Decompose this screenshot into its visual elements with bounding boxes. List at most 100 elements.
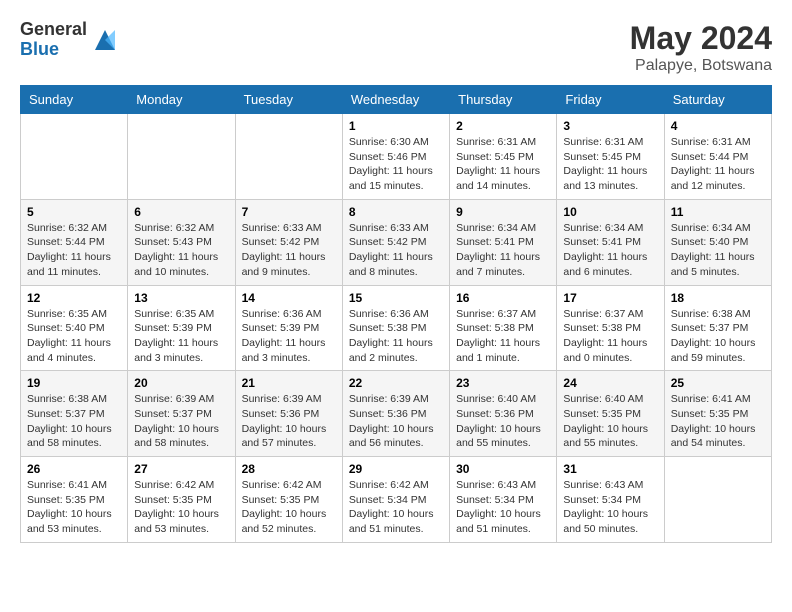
- day-number: 5: [27, 205, 121, 219]
- day-info: Sunrise: 6:39 AM Sunset: 5:36 PM Dayligh…: [349, 392, 443, 451]
- calendar-day-cell: 28Sunrise: 6:42 AM Sunset: 5:35 PM Dayli…: [235, 457, 342, 543]
- day-number: 1: [349, 119, 443, 133]
- calendar-day-cell: 26 Sunrise: 6:41 AM Sunset: 5:35 PM Dayli…: [21, 457, 128, 543]
- title-section: May 2024 Palapye, Botswana: [630, 20, 772, 75]
- day-number: 8: [349, 205, 443, 219]
- day-number: 27: [134, 462, 228, 476]
- day-number: 14: [242, 291, 336, 305]
- day-number: 21: [242, 376, 336, 390]
- calendar-day-cell: 9Sunrise: 6:34 AM Sunset: 5:41 PM Daylig…: [450, 199, 557, 285]
- day-number: 20: [134, 376, 228, 390]
- calendar-day-cell: 22 Sunrise: 6:39 AM Sunset: 5:36 PM Dayli…: [342, 371, 449, 457]
- calendar-week-row: 19Sunrise: 6:38 AM Sunset: 5:37 PM Dayli…: [21, 371, 772, 457]
- calendar-day-cell: 21 Sunrise: 6:39 AM Sunset: 5:36 PM Dayli…: [235, 371, 342, 457]
- day-number: 28: [242, 462, 336, 476]
- calendar-weekday-header: Thursday: [450, 86, 557, 114]
- day-number: 26: [27, 462, 121, 476]
- calendar-day-cell: 30 Sunrise: 6:43 AM Sunset: 5:34 PM Dayli…: [450, 457, 557, 543]
- calendar-weekday-header: Tuesday: [235, 86, 342, 114]
- day-number: 16: [456, 291, 550, 305]
- calendar-day-cell: 14 Sunrise: 6:36 AM Sunset: 5:39 PM Dayli…: [235, 285, 342, 371]
- day-number: 11: [671, 205, 765, 219]
- calendar-week-row: 1 Sunrise: 6:30 AM Sunset: 5:46 PM Daylig…: [21, 114, 772, 200]
- calendar-day-cell: 3 Sunrise: 6:31 AM Sunset: 5:45 PM Daylig…: [557, 114, 664, 200]
- calendar-header-row: SundayMondayTuesdayWednesdayThursdayFrid…: [21, 86, 772, 114]
- day-number: 6: [134, 205, 228, 219]
- calendar-day-cell: 13Sunrise: 6:35 AM Sunset: 5:39 PM Dayli…: [128, 285, 235, 371]
- day-info: Sunrise: 6:38 AM Sunset: 5:37 PM Dayligh…: [671, 307, 765, 366]
- day-number: 30: [456, 462, 550, 476]
- day-number: 31: [563, 462, 657, 476]
- location-title: Palapye, Botswana: [630, 57, 772, 75]
- day-info: Sunrise: 6:36 AM Sunset: 5:39 PM Dayligh…: [242, 307, 336, 366]
- day-number: 22: [349, 376, 443, 390]
- calendar-week-row: 5 Sunrise: 6:32 AM Sunset: 5:44 PM Daylig…: [21, 199, 772, 285]
- day-info: Sunrise: 6:32 AM Sunset: 5:44 PM Dayligh…: [27, 221, 121, 280]
- day-number: 23: [456, 376, 550, 390]
- day-number: 3: [563, 119, 657, 133]
- day-number: 18: [671, 291, 765, 305]
- calendar-day-cell: [128, 114, 235, 200]
- calendar-day-cell: 15Sunrise: 6:36 AM Sunset: 5:38 PM Dayli…: [342, 285, 449, 371]
- calendar-day-cell: [235, 114, 342, 200]
- calendar-day-cell: 25Sunrise: 6:41 AM Sunset: 5:35 PM Dayli…: [664, 371, 771, 457]
- day-number: 2: [456, 119, 550, 133]
- calendar-day-cell: 31 Sunrise: 6:43 AM Sunset: 5:34 PM Dayli…: [557, 457, 664, 543]
- logo-icon: [91, 26, 119, 54]
- day-info: Sunrise: 6:37 AM Sunset: 5:38 PM Dayligh…: [456, 307, 550, 366]
- day-info: Sunrise: 6:34 AM Sunset: 5:40 PM Dayligh…: [671, 221, 765, 280]
- day-number: 9: [456, 205, 550, 219]
- calendar-day-cell: 10 Sunrise: 6:34 AM Sunset: 5:41 PM Dayli…: [557, 199, 664, 285]
- calendar-day-cell: 5 Sunrise: 6:32 AM Sunset: 5:44 PM Daylig…: [21, 199, 128, 285]
- calendar-day-cell: [21, 114, 128, 200]
- day-number: 25: [671, 376, 765, 390]
- calendar-day-cell: 24Sunrise: 6:40 AM Sunset: 5:35 PM Dayli…: [557, 371, 664, 457]
- calendar-day-cell: 18 Sunrise: 6:38 AM Sunset: 5:37 PM Dayli…: [664, 285, 771, 371]
- day-number: 4: [671, 119, 765, 133]
- day-number: 15: [349, 291, 443, 305]
- calendar-day-cell: [664, 457, 771, 543]
- day-info: Sunrise: 6:35 AM Sunset: 5:39 PM Dayligh…: [134, 307, 228, 366]
- day-number: 7: [242, 205, 336, 219]
- calendar-day-cell: 11 Sunrise: 6:34 AM Sunset: 5:40 PM Dayli…: [664, 199, 771, 285]
- calendar-day-cell: 29Sunrise: 6:42 AM Sunset: 5:34 PM Dayli…: [342, 457, 449, 543]
- day-info: Sunrise: 6:43 AM Sunset: 5:34 PM Dayligh…: [456, 478, 550, 537]
- day-info: Sunrise: 6:30 AM Sunset: 5:46 PM Dayligh…: [349, 135, 443, 194]
- day-info: Sunrise: 6:32 AM Sunset: 5:43 PM Dayligh…: [134, 221, 228, 280]
- calendar-day-cell: 27 Sunrise: 6:42 AM Sunset: 5:35 PM Dayli…: [128, 457, 235, 543]
- calendar-day-cell: 17 Sunrise: 6:37 AM Sunset: 5:38 PM Dayli…: [557, 285, 664, 371]
- day-info: Sunrise: 6:42 AM Sunset: 5:35 PM Dayligh…: [134, 478, 228, 537]
- page-header: General Blue May 2024 Palapye, Botswana: [20, 20, 772, 75]
- month-title: May 2024: [630, 20, 772, 57]
- day-info: Sunrise: 6:41 AM Sunset: 5:35 PM Dayligh…: [27, 478, 121, 537]
- day-number: 10: [563, 205, 657, 219]
- day-info: Sunrise: 6:37 AM Sunset: 5:38 PM Dayligh…: [563, 307, 657, 366]
- calendar-day-cell: 2 Sunrise: 6:31 AM Sunset: 5:45 PM Daylig…: [450, 114, 557, 200]
- calendar-day-cell: 19Sunrise: 6:38 AM Sunset: 5:37 PM Dayli…: [21, 371, 128, 457]
- day-info: Sunrise: 6:38 AM Sunset: 5:37 PM Dayligh…: [27, 392, 121, 451]
- logo-blue-text: Blue: [20, 40, 87, 60]
- calendar-weekday-header: Wednesday: [342, 86, 449, 114]
- day-info: Sunrise: 6:35 AM Sunset: 5:40 PM Dayligh…: [27, 307, 121, 366]
- calendar-day-cell: 8Sunrise: 6:33 AM Sunset: 5:42 PM Daylig…: [342, 199, 449, 285]
- day-info: Sunrise: 6:31 AM Sunset: 5:44 PM Dayligh…: [671, 135, 765, 194]
- calendar-week-row: 26 Sunrise: 6:41 AM Sunset: 5:35 PM Dayli…: [21, 457, 772, 543]
- day-info: Sunrise: 6:31 AM Sunset: 5:45 PM Dayligh…: [456, 135, 550, 194]
- day-number: 17: [563, 291, 657, 305]
- day-info: Sunrise: 6:31 AM Sunset: 5:45 PM Dayligh…: [563, 135, 657, 194]
- calendar-day-cell: 23Sunrise: 6:40 AM Sunset: 5:36 PM Dayli…: [450, 371, 557, 457]
- calendar-day-cell: 1 Sunrise: 6:30 AM Sunset: 5:46 PM Daylig…: [342, 114, 449, 200]
- day-info: Sunrise: 6:39 AM Sunset: 5:37 PM Dayligh…: [134, 392, 228, 451]
- day-info: Sunrise: 6:39 AM Sunset: 5:36 PM Dayligh…: [242, 392, 336, 451]
- calendar-day-cell: 4 Sunrise: 6:31 AM Sunset: 5:44 PM Daylig…: [664, 114, 771, 200]
- calendar-weekday-header: Saturday: [664, 86, 771, 114]
- day-number: 29: [349, 462, 443, 476]
- day-info: Sunrise: 6:40 AM Sunset: 5:35 PM Dayligh…: [563, 392, 657, 451]
- logo-general-text: General: [20, 20, 87, 40]
- calendar-day-cell: 7Sunrise: 6:33 AM Sunset: 5:42 PM Daylig…: [235, 199, 342, 285]
- calendar-week-row: 12Sunrise: 6:35 AM Sunset: 5:40 PM Dayli…: [21, 285, 772, 371]
- day-info: Sunrise: 6:43 AM Sunset: 5:34 PM Dayligh…: [563, 478, 657, 537]
- calendar-weekday-header: Monday: [128, 86, 235, 114]
- day-info: Sunrise: 6:34 AM Sunset: 5:41 PM Dayligh…: [563, 221, 657, 280]
- calendar-table: SundayMondayTuesdayWednesdayThursdayFrid…: [20, 85, 772, 543]
